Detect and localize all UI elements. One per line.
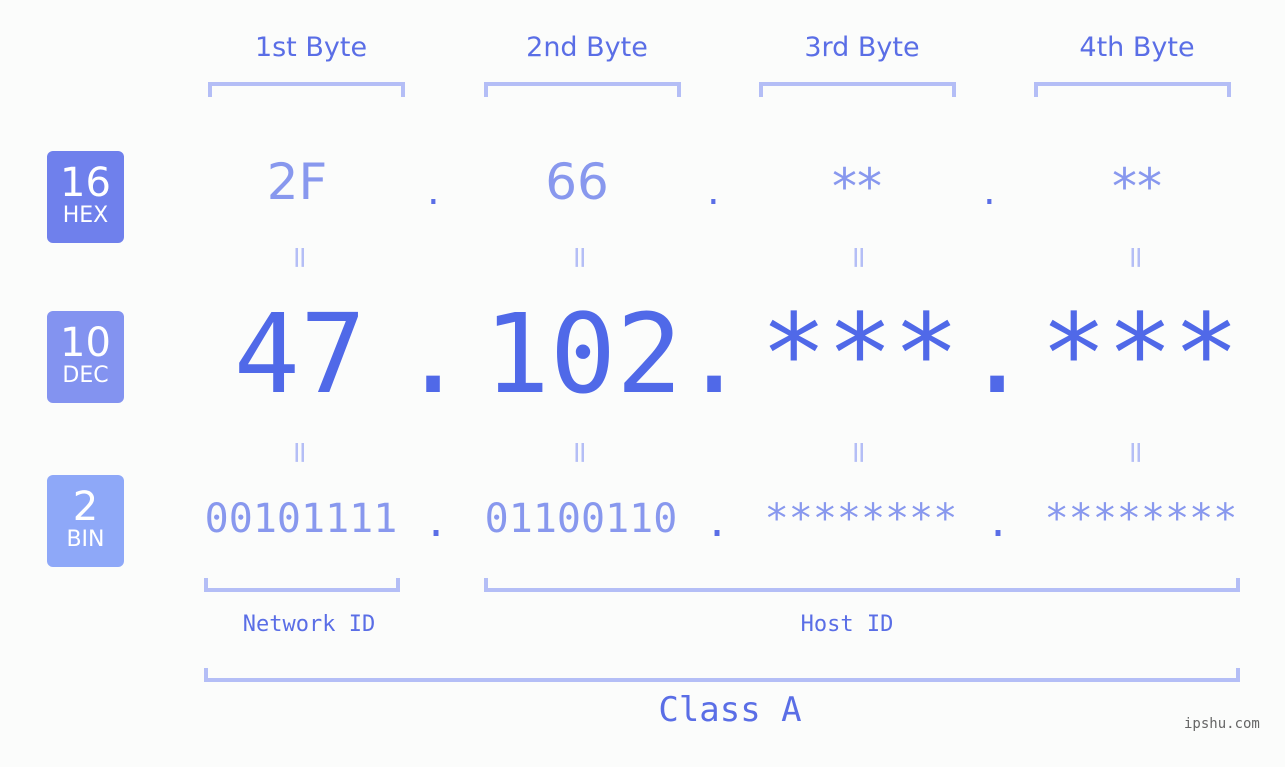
class-bracket	[204, 668, 1240, 682]
equals-icon: =	[841, 439, 877, 466]
byte-bracket-3	[759, 82, 956, 97]
dec-octet-3: ***	[760, 290, 960, 418]
dec-base-number: 10	[60, 320, 111, 366]
hex-dot-1: .	[427, 168, 440, 214]
byte-bracket-2	[484, 82, 681, 97]
equals-icon: =	[841, 244, 877, 271]
byte-header-4: 4th Byte	[1079, 32, 1195, 63]
hex-octet-1: 2F	[266, 153, 328, 211]
hex-octet-4: **	[1112, 158, 1162, 216]
bin-dot-1: .	[424, 500, 449, 546]
dec-octet-1: 47	[233, 290, 367, 418]
bin-dot-2: .	[705, 500, 730, 546]
equals-icon: =	[562, 244, 598, 271]
hex-dot-2: .	[707, 168, 720, 214]
network-id-label: Network ID	[242, 612, 376, 637]
bin-octet-1: 00101111	[204, 496, 398, 542]
bin-base-number: 2	[72, 484, 99, 530]
host-id-label: Host ID	[800, 612, 894, 637]
hex-base-label: HEX	[62, 203, 109, 228]
dec-octet-4: ***	[1040, 290, 1240, 418]
equals-icon: =	[562, 439, 598, 466]
equals-icon: =	[1118, 244, 1154, 271]
byte-header-2: 2nd Byte	[526, 32, 648, 63]
bin-dot-3: .	[986, 500, 1011, 546]
equals-icon: =	[282, 244, 318, 271]
byte-header-1: 1st Byte	[254, 32, 368, 63]
watermark: ipshu.com	[1184, 716, 1260, 732]
class-label: Class A	[658, 690, 802, 730]
bin-octet-4: ********	[1044, 496, 1238, 542]
bin-octet-3: ********	[764, 496, 958, 542]
hex-base-number: 16	[60, 160, 111, 206]
network-id-bracket	[204, 578, 400, 592]
hex-octet-2: 66	[545, 153, 609, 211]
byte-bracket-4	[1034, 82, 1231, 97]
byte-header-3: 3rd Byte	[804, 32, 920, 63]
hex-octet-3: **	[832, 158, 882, 216]
equals-icon: =	[1118, 439, 1154, 466]
dec-base-label: DEC	[62, 363, 109, 388]
dec-dot-3: .	[964, 290, 1031, 418]
bin-badge: 2 BIN	[47, 475, 124, 567]
dec-dot-2: .	[681, 290, 748, 418]
bin-octet-2: 01100110	[484, 496, 678, 542]
equals-icon: =	[282, 439, 318, 466]
dec-dot-1: .	[400, 290, 467, 418]
byte-bracket-1	[208, 82, 405, 97]
hex-dot-3: .	[983, 168, 996, 214]
dec-badge: 10 DEC	[47, 311, 124, 403]
hex-badge: 16 HEX	[47, 151, 124, 243]
host-id-bracket	[484, 578, 1240, 592]
bin-base-label: BIN	[66, 527, 105, 552]
